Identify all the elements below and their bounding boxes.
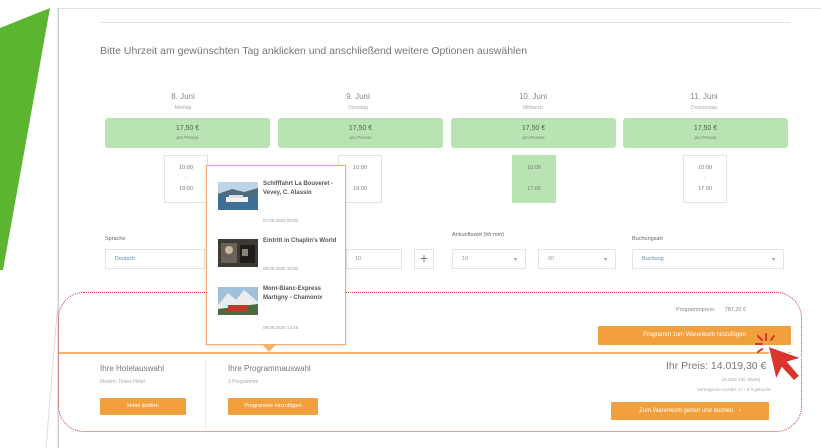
hotel-selection-title: Ihre Hotelauswahl <box>100 364 165 373</box>
booking-panel <box>58 8 821 448</box>
program-selection-title: Ihre Programmauswahl <box>228 364 311 373</box>
time-end: 17:00 <box>527 186 541 192</box>
change-hotel-button[interactable]: Hotel ändern <box>100 398 186 415</box>
arrival-label: Ankunftszeit (hh:mm) <box>452 232 504 238</box>
program-price: Programmpreis: 787,20 € <box>676 307 746 313</box>
click-cursor-icon <box>752 330 812 390</box>
time-start: 10:00 <box>527 165 541 171</box>
program-price-value: 787,20 € <box>724 307 747 313</box>
arrival-minute-select[interactable]: 00 ▾ <box>538 249 616 269</box>
booking-type-label: Buchungsart <box>632 236 663 242</box>
price-amount: 17,50 € <box>348 125 373 132</box>
price-amount: 17,50 € <box>521 125 546 132</box>
day-header: 10. Juni Mittwoch <box>463 92 603 111</box>
add-programs-button[interactable]: Programme hinzufügen <box>228 398 318 415</box>
go-to-cart-label: Zum Warenkorb gehen und buchen <box>639 408 734 414</box>
language-label: Sprache <box>105 236 126 242</box>
arrival-hour-select[interactable]: 10 ▾ <box>452 249 526 269</box>
go-to-cart-button[interactable]: Zum Warenkorb gehen und buchen › <box>611 402 769 420</box>
column-divider <box>205 360 206 430</box>
booking-type-value: Buchung <box>642 256 664 262</box>
popup-program-name: Mont-Blanc-Express Martigny - Chamonix <box>263 286 323 301</box>
day-weekday: Mittwoch <box>523 105 543 111</box>
price-per-person: pro Person <box>349 135 372 140</box>
hotel-selection-value: Modern Times Hotel <box>100 379 145 385</box>
top-divider <box>100 22 790 23</box>
day-date: 9. Juni <box>346 92 370 101</box>
program-popup: Schifffahrt La Bouveret - Vevey, C. Alas… <box>206 165 346 345</box>
popup-program-date: 08.06.2020 10:00 <box>263 266 299 271</box>
popup-program-name: Eintritt in Chaplin's World <box>263 238 337 244</box>
time-slot[interactable]: 10:00 - 17:00 <box>683 155 727 203</box>
language-select[interactable]: Deutsch <box>105 249 205 269</box>
day-header: 11. Juni Donnerstag <box>634 92 774 111</box>
mountain-train-photo <box>218 287 258 315</box>
price-per-person: pro Person <box>176 135 199 140</box>
price-per-person: pro Person <box>522 135 545 140</box>
persons-select[interactable]: 10 <box>346 249 402 269</box>
price-tile[interactable]: 17,50 € pro Person <box>623 118 788 148</box>
add-persons-button[interactable]: + <box>414 249 434 269</box>
day-weekday: Donnerstag <box>691 105 717 111</box>
day-weekday: Montag <box>174 105 192 111</box>
price-amount: 17,50 € <box>693 125 718 132</box>
day-weekday: Dienstag <box>348 105 368 111</box>
instruction-text: Bitte Uhrzeit am gewünschten Tag anklick… <box>100 45 528 57</box>
summary-divider <box>58 352 791 354</box>
program-selection-count: 3 Programme <box>228 379 259 385</box>
time-end: 19:00 <box>179 186 193 192</box>
language-value: Deutsch <box>115 256 136 262</box>
popup-pointer <box>262 344 276 352</box>
price-tile[interactable]: 17,50 € pro Person <box>105 118 270 148</box>
persons-value: 10 <box>355 256 362 262</box>
popup-program-item[interactable]: Schifffahrt La Bouveret - Vevey, C. Alas… <box>218 180 342 230</box>
time-slot-selected[interactable]: 10:00 - 17:00 <box>512 155 556 203</box>
program-price-label: Programmpreis: <box>676 307 716 313</box>
time-end: 17:00 <box>698 186 712 192</box>
popup-program-date: 07.06.2020 09:00 <box>263 218 299 223</box>
price-tile[interactable]: 17,50 € pro Person <box>278 118 443 148</box>
booking-type-select[interactable]: Buchung ▾ <box>632 249 784 269</box>
chevron-down-icon: ▾ <box>513 257 517 263</box>
time-separator: - <box>185 175 187 181</box>
day-header: 9. Juni Dienstag <box>288 92 428 111</box>
museum-photo <box>218 239 258 267</box>
price-amount: 17,50 € <box>175 125 200 132</box>
chevron-down-icon: ▾ <box>771 257 775 263</box>
time-start: 10:00 <box>179 165 193 171</box>
day-date: 8. Juni <box>171 92 195 101</box>
time-start: 10:00 <box>698 165 712 171</box>
popup-program-item[interactable]: Eintritt in Chaplin's World 08.06.2020 1… <box>218 237 342 287</box>
arrival-minute-value: 00 <box>548 256 555 262</box>
time-slot[interactable]: 10:00 - 19:00 <box>164 155 208 203</box>
arrow-right-icon: › <box>738 408 741 414</box>
price-tile[interactable]: 17,50 € pro Person <box>451 118 616 148</box>
chevron-down-icon: ▾ <box>603 257 607 263</box>
day-date: 10. Juni <box>518 92 548 101</box>
popup-program-item[interactable]: Mont-Blanc-Express Martigny - Chamonix 0… <box>218 285 342 335</box>
price-per-person: pro Person <box>694 135 717 140</box>
popup-program-name: Schifffahrt La Bouveret - Vevey, C. Alas… <box>263 181 334 196</box>
time-separator: - <box>533 175 535 181</box>
day-header: 8. Juni Montag <box>113 92 253 111</box>
popup-program-date: 09.06.2020 13:46 <box>263 325 299 330</box>
day-date: 11. Juni <box>690 92 718 101</box>
boat-photo <box>218 182 258 210</box>
time-separator: - <box>704 175 706 181</box>
arrival-hour-value: 10 <box>462 256 469 262</box>
